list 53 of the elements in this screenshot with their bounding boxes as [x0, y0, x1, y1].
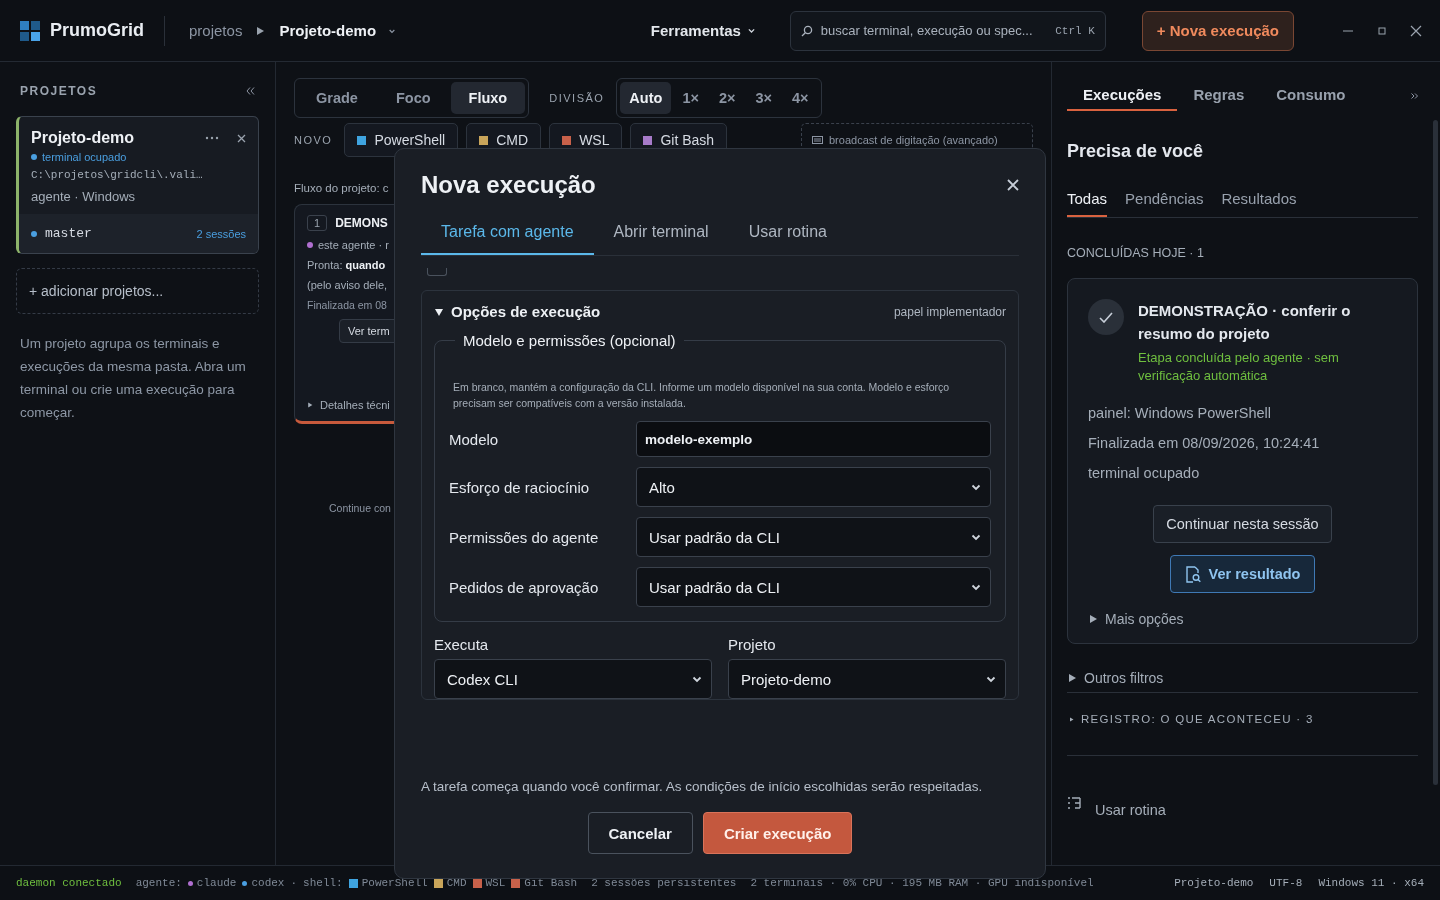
branch-name: master: [45, 226, 93, 241]
daemon-status: daemon conectado: [16, 877, 122, 889]
status-info: 2 terminais · 0% CPU · 195 MB RAM · GPU indisponível: [750, 877, 1094, 889]
shell-item: PowerShell: [348, 877, 428, 889]
step-title: DEMONS: [335, 216, 388, 230]
run-detail: Finalizada em 08/09/2026, 10:24:41: [1088, 435, 1321, 451]
agent-label: este agente · r: [318, 239, 389, 251]
finished-time: Finalizada em 08: [307, 299, 388, 311]
broadcast-label: broadcast de digitação (avançado): [829, 134, 998, 146]
field-label: Pedidos de aprovação: [449, 578, 600, 596]
app-name: PrumoGrid: [50, 20, 144, 41]
sidebar-title: PROJETOS: [20, 84, 98, 98]
field-label: Modelo: [449, 430, 500, 448]
shell-item: CMD: [433, 877, 467, 889]
agents-label: agente:: [135, 877, 182, 889]
new-label: NOVO: [294, 134, 333, 146]
field-label: Esforço de raciocínio: [449, 478, 591, 496]
status-info: 2 sessões persistentes: [591, 877, 737, 889]
sidebar-help-text: Um projeto agrupa os terminais e execuções da mesma pasta. Abra um terminal ou crie uma execução para começar.: [20, 335, 247, 422]
project-meta: agente · Windows: [31, 189, 137, 204]
project-name: Projeto-demo: [31, 129, 136, 147]
group-legend: Modelo e permissões (opcional): [455, 332, 684, 349]
dialog-title: Nova execução: [421, 171, 597, 199]
group-label: CONCLUÍDAS HOJE · 1: [1067, 246, 1205, 260]
section-heading: Precisa de você: [1067, 141, 1205, 162]
group-help-text: Em branco, mantém a configuração da CLI. Informe um modelo disponível na sua conta. Modelo e esforço precisam ser compatíveis com a versão instalada.: [453, 380, 951, 411]
run-detail: painel: Windows PowerShell: [1088, 405, 1272, 421]
agent-item: codex: [242, 877, 285, 889]
separator-dot: ·: [290, 877, 298, 889]
footer-note: A tarefa começa quando você confirmar. As condições de início escolhidas serão respeitadas.: [421, 779, 984, 794]
note-text: (pelo aviso dele,: [307, 279, 389, 291]
shell-label: shell:: [303, 877, 343, 889]
step-number: 1: [307, 215, 328, 231]
status-info: Projeto-demo: [1174, 877, 1254, 889]
flow-caption: Fluxo do projeto: c: [294, 182, 389, 194]
run-detail: terminal ocupado: [1088, 465, 1201, 481]
status-info: UTF-8: [1269, 877, 1303, 889]
continue-hint: Continue con: [329, 502, 391, 514]
field-label: Permissões do agente: [449, 528, 600, 546]
project-path: C:\projetos\gridcli\.vali…: [31, 169, 204, 181]
agent-item: claude: [187, 877, 237, 889]
ready-condition: Pronta: quando: [307, 259, 387, 271]
role-label: papel implementador: [893, 304, 1006, 319]
division-label: DIVISÃO: [549, 92, 605, 104]
status-info: Windows 11 · x64: [1318, 877, 1424, 889]
run-title: DEMONSTRAÇÃO · conferir o resumo do projeto: [1138, 301, 1352, 344]
shortcut-hint: Ctrl K: [1055, 24, 1095, 37]
project-status: terminal ocupado: [42, 151, 127, 163]
shell-item: WSL: [472, 877, 506, 889]
run-status: Etapa concluída pelo agente · sem verificação automática: [1138, 349, 1340, 385]
field-label: Projeto: [728, 636, 777, 653]
shell-item: Git Bash: [511, 877, 578, 889]
field-label: Executa: [434, 636, 490, 653]
